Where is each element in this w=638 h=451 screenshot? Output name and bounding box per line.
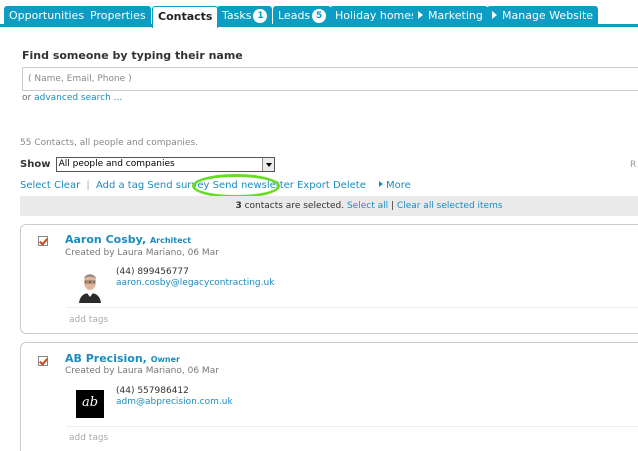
contact-select-checkbox[interactable] [38, 236, 48, 246]
role-comma: , [142, 352, 151, 365]
divider: | [390, 201, 395, 211]
more-label: More [386, 180, 411, 191]
clear-action[interactable]: Clear [54, 180, 80, 191]
tab-manage-website[interactable]: Manage Website [487, 6, 599, 27]
more-menu[interactable]: More [379, 180, 411, 191]
tab-label: Leads [278, 9, 311, 22]
divider: | [86, 180, 90, 191]
send-newsletter-action[interactable]: Send newsletter [213, 180, 294, 191]
tab-label: Manage Website [502, 9, 594, 22]
avatar [76, 267, 104, 303]
leads-count-badge: 5 [312, 9, 327, 23]
logo-text: ab [81, 395, 99, 410]
select-action[interactable]: Select [20, 180, 51, 191]
contact-search-input[interactable] [22, 67, 638, 91]
filter-row: Show All people and companies [20, 157, 275, 172]
contact-email-link[interactable]: adm@abprecision.com.uk [116, 397, 233, 407]
tab-label: Contacts [158, 10, 213, 23]
contact-name-link[interactable]: AB Precision, Owner [65, 352, 180, 365]
main-tab-bar: Opportunities Properties Contacts Tasks 1… [0, 0, 638, 28]
tasks-count-badge: 1 [253, 9, 268, 23]
divider [66, 307, 638, 308]
company-logo: ab [76, 390, 104, 418]
tab-label: Tasks [222, 9, 252, 22]
expand-arrow-icon [379, 181, 384, 187]
tab-label: Holiday homes [335, 9, 417, 22]
contact-role: Architect [149, 236, 192, 245]
contact-role: Owner [150, 355, 180, 364]
show-label: Show [20, 159, 51, 170]
delete-action[interactable]: Delete [333, 180, 366, 191]
tab-label: Marketing [428, 9, 483, 22]
clear-all-selected-link[interactable]: Clear all selected items [397, 201, 503, 211]
expand-arrow-icon [418, 11, 423, 19]
contact-name: AB Precision [65, 352, 143, 365]
truncated-right-text: R [630, 160, 637, 170]
select-all-link[interactable]: Select all [347, 201, 388, 211]
contact-phone: (44) 899456777 [116, 267, 189, 277]
created-by: Created by Laura Mariano, 06 Mar [65, 248, 219, 258]
selection-text: contacts are selected. [244, 201, 345, 211]
created-by: Created by Laura Mariano, 06 Mar [65, 366, 219, 376]
contact-phone: (44) 557986412 [116, 386, 189, 396]
contact-card: AB Precision, Owner Created by Laura Mar… [20, 342, 638, 451]
tab-leads[interactable]: Leads 5 [273, 6, 332, 27]
tab-marketing[interactable]: Marketing [413, 6, 488, 27]
advanced-search-row: or advanced search ... [22, 93, 122, 103]
send-survey-action[interactable]: Send survey [147, 180, 209, 191]
export-action[interactable]: Export [297, 180, 330, 191]
tab-opportunities[interactable]: Opportunities [4, 6, 90, 27]
tab-tasks[interactable]: Tasks 1 [217, 6, 273, 27]
contact-card: Aaron Cosby, Architect Created by Laura … [20, 224, 638, 334]
or-label: or [22, 93, 32, 103]
person-photo-icon [76, 267, 104, 303]
contact-filter-select[interactable]: All people and companies [55, 157, 275, 172]
add-tags-link[interactable]: add tags [69, 315, 108, 325]
tab-contacts[interactable]: Contacts [152, 6, 219, 28]
add-tag-action[interactable]: Add a tag [96, 180, 144, 191]
search-heading: Find someone by typing their name [22, 49, 243, 62]
bulk-actions-bar: Select Clear | Add a tag Send survey Sen… [20, 180, 411, 191]
contact-name: Aaron Cosby [65, 233, 142, 246]
role-comma: , [141, 233, 150, 246]
selected-count: 3 [235, 201, 242, 211]
add-tags-link[interactable]: add tags [69, 433, 108, 443]
expand-arrow-icon [492, 11, 497, 19]
filter-selected-value: All people and companies [58, 159, 175, 169]
dropdown-arrow-icon [261, 158, 274, 171]
tab-label: Properties [90, 9, 146, 22]
contact-email-link[interactable]: aaron.cosby@legacycontracting.uk [116, 278, 274, 288]
tab-properties[interactable]: Properties [85, 6, 151, 27]
divider [66, 426, 638, 427]
contact-name-link[interactable]: Aaron Cosby, Architect [65, 233, 191, 246]
contact-select-checkbox[interactable] [38, 356, 48, 366]
contacts-count: 55 Contacts, all people and companies. [20, 138, 199, 148]
selection-status-bar: 3 contacts are selected. Select all | Cl… [20, 196, 638, 216]
tab-label: Opportunities [9, 9, 85, 22]
advanced-search-link[interactable]: advanced search ... [34, 93, 122, 103]
tab-holiday-homes[interactable]: Holiday homes [330, 6, 422, 27]
